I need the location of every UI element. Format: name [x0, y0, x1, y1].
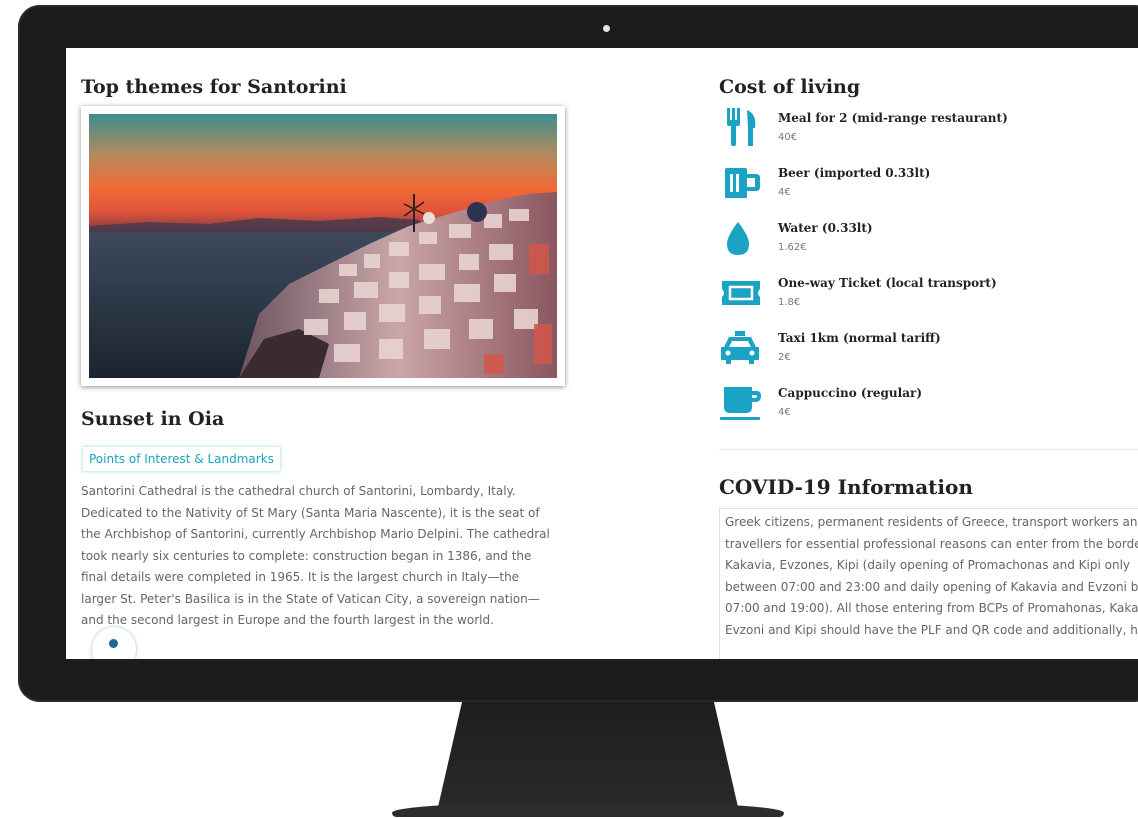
- place-title: Sunset in Oia: [81, 408, 225, 430]
- cost-label: Cappuccino (regular): [778, 386, 922, 400]
- cost-item-ticket: One-way Ticket (local transport) 1.8€: [719, 273, 1119, 321]
- covid-title: COVID-19 Information: [719, 475, 973, 499]
- coffee-cup-icon: [720, 387, 761, 420]
- cost-item-meal: Meal for 2 (mid-range restaurant) 40€: [719, 108, 1119, 156]
- cost-item-cappuccino: Cappuccino (regular) 4€: [719, 383, 1119, 431]
- cost-label: Beer (imported 0.33lt): [778, 166, 931, 180]
- cost-item-taxi: Taxi 1km (normal tariff) 2€: [719, 328, 1119, 376]
- cost-label: Meal for 2 (mid-range restaurant): [778, 111, 1008, 125]
- cost-price: 1.8€: [778, 297, 801, 308]
- cost-item-water: Water (0.33lt) 1.62€: [719, 218, 1119, 266]
- covid-text: Greek citizens, permanent residents of G…: [725, 515, 1138, 637]
- cost-label: Water (0.33lt): [778, 221, 873, 235]
- location-pin-icon: [109, 639, 118, 648]
- covid-info-box[interactable]: Greek citizens, permanent residents of G…: [719, 508, 1138, 659]
- section-divider: [719, 449, 1138, 450]
- place-description: Santorini Cathedral is the cathedral chu…: [81, 484, 550, 627]
- camera-dot: [603, 25, 610, 32]
- top-themes-title: Top themes for Santorini: [81, 76, 347, 98]
- cost-price: 4€: [778, 407, 791, 418]
- fork-knife-icon: [727, 108, 756, 146]
- taxi-icon: [721, 331, 759, 364]
- water-drop-icon: [727, 222, 749, 255]
- theme-photo-card[interactable]: [81, 106, 565, 386]
- category-tag[interactable]: Points of Interest & Landmarks: [82, 446, 281, 472]
- beer-mug-icon: [725, 168, 760, 198]
- cost-item-beer: Beer (imported 0.33lt) 4€: [719, 163, 1119, 211]
- cost-label: One-way Ticket (local transport): [778, 276, 997, 290]
- cost-price: 40€: [778, 132, 798, 143]
- santorini-sunset-photo: [89, 114, 557, 378]
- cost-price: 2€: [778, 352, 791, 363]
- ticket-icon: [722, 281, 760, 305]
- cost-of-living-title: Cost of living: [719, 76, 861, 98]
- right-column: Cost of living Meal for 2 (mid-range res…: [719, 48, 1138, 659]
- cost-price: 4€: [778, 187, 791, 198]
- screen: Top themes for Santorini Sunset in Oia P…: [66, 48, 1138, 659]
- monitor-stand: [438, 702, 738, 807]
- cost-price: 1.62€: [778, 242, 807, 253]
- monitor-stand-base: [392, 803, 784, 817]
- cost-label: Taxi 1km (normal tariff): [778, 331, 941, 345]
